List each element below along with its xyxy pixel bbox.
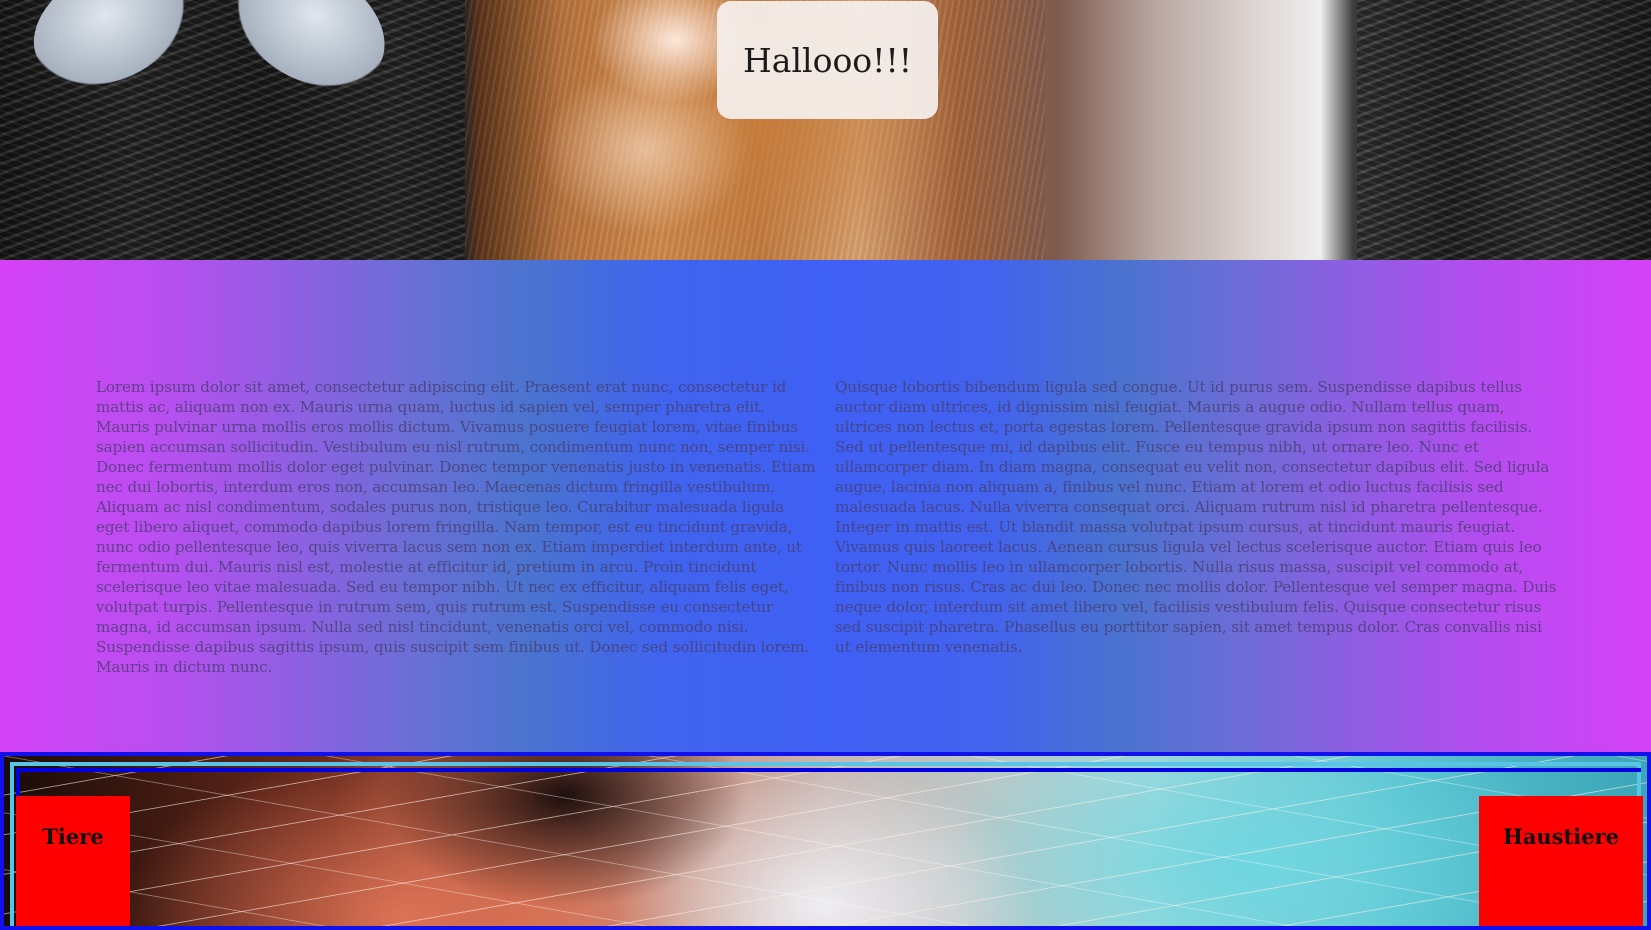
hero-banner: Hallooo!!! [0,0,1651,260]
nav-button-haustiere[interactable]: Haustiere [1479,796,1643,926]
text-column-right: Quisque lobortis bibendum ligula sed con… [835,378,1557,656]
bottom-nav: Tiere Haustiere [0,752,1651,930]
frame-border-inner [16,768,1641,926]
scratching-post-right [1357,0,1651,260]
nav-button-haustiere-label: Haustiere [1502,824,1619,849]
greeting-box: Hallooo!!! [717,1,938,119]
nav-button-tiere[interactable]: Tiere [16,796,130,926]
nav-button-tiere-label: Tiere [42,824,104,849]
greeting-text: Hallooo!!! [743,40,912,80]
text-column-left: Lorem ipsum dolor sit amet, consectetur … [96,378,816,676]
content-section: Lorem ipsum dolor sit amet, consectetur … [0,260,1651,752]
